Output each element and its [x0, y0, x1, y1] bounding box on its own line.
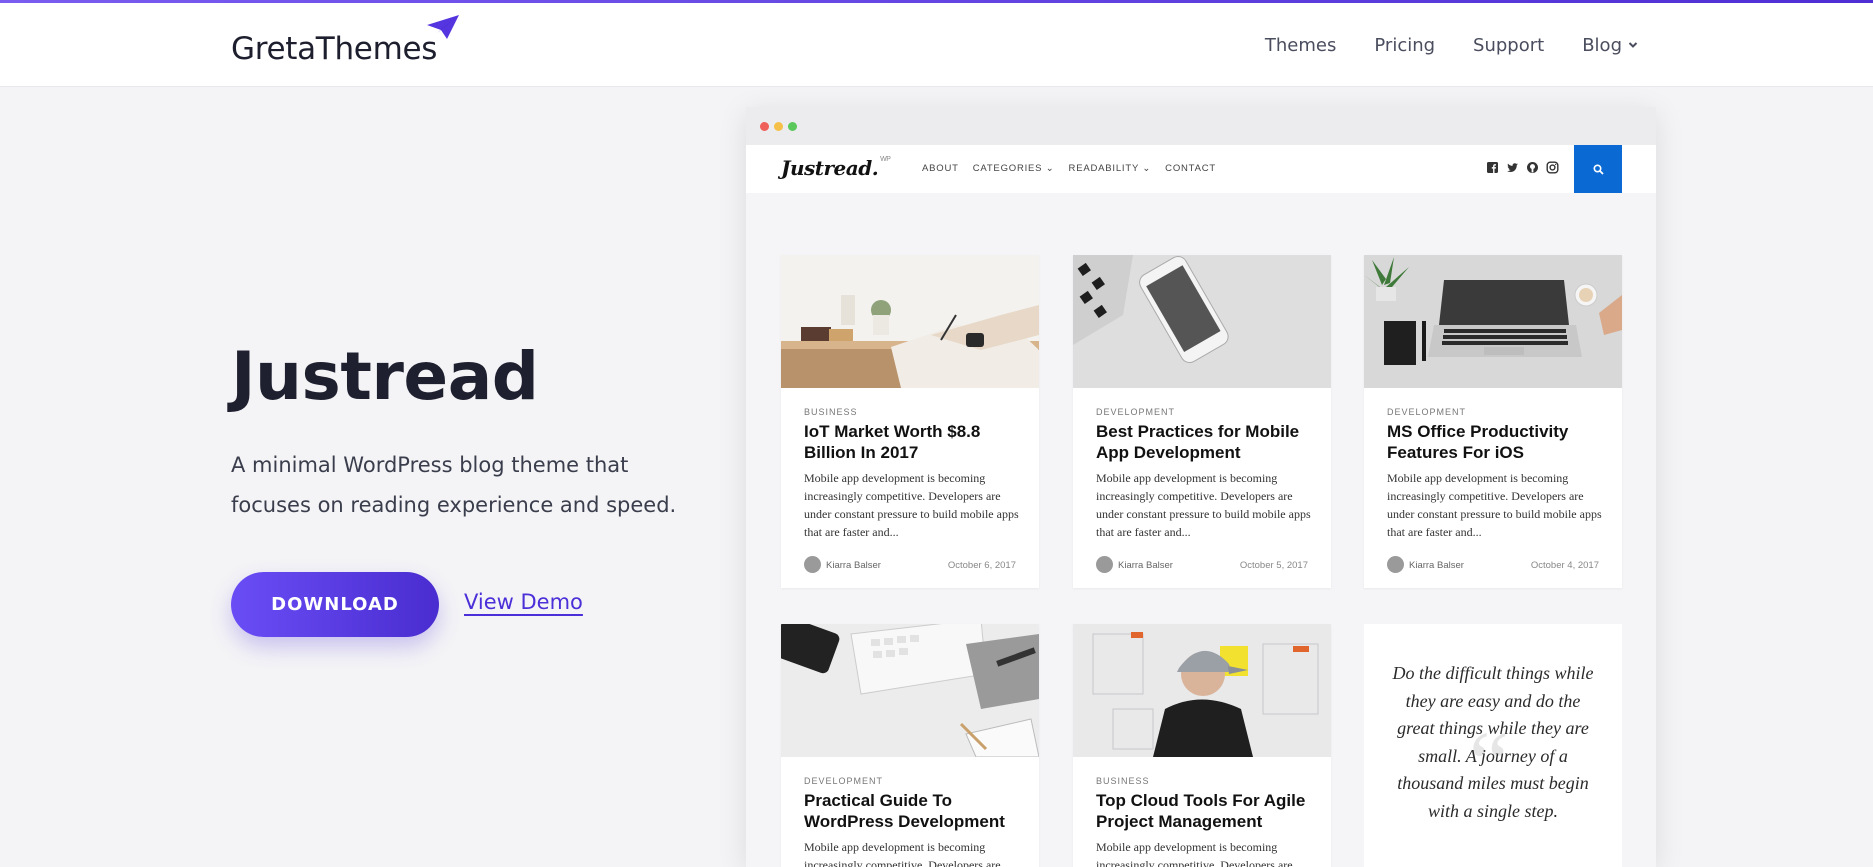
preview-menu-categories-label: CATEGORIES: [972, 163, 1043, 174]
post-meta: Kiarra Balser October 5, 2017: [1096, 556, 1308, 574]
search-icon: [1592, 163, 1604, 175]
post-author: Kiarra Balser: [1118, 560, 1173, 571]
facebook-icon: [1487, 162, 1498, 173]
preview-social-icons: [1486, 161, 1559, 174]
nav-item-support[interactable]: Support: [1473, 35, 1544, 56]
post-thumbnail: [781, 255, 1039, 388]
instagram-icon: [1546, 161, 1559, 174]
view-demo-link[interactable]: View Demo: [464, 590, 583, 614]
post-card: DEVELOPMENT Practical Guide To WordPress…: [781, 624, 1039, 867]
hero-description: A minimal WordPress blog theme that focu…: [231, 453, 677, 517]
main-nav: Themes Pricing Support Blog: [1265, 6, 1638, 84]
post-card: DEVELOPMENT MS Office Productivity Featu…: [1364, 255, 1622, 588]
twitter-icon: [1507, 163, 1518, 172]
avatar: [1096, 556, 1113, 573]
chevron-down-icon: [1628, 42, 1638, 48]
preview-search-button: [1574, 145, 1622, 193]
maximize-dot-icon: [788, 122, 797, 131]
preview-menu-readability: READABILITY ⌄: [1069, 163, 1152, 174]
paper-plane-icon: [427, 15, 459, 39]
preview-logo-suffix: WP: [880, 156, 891, 163]
hero-title: Justread: [231, 338, 539, 415]
chevron-down-icon: ⌄: [1142, 163, 1152, 174]
post-thumbnail: [781, 624, 1039, 757]
post-excerpt: Mobile app development is becoming incre…: [1096, 471, 1311, 539]
preview-menu-readability-label: READABILITY: [1068, 163, 1139, 174]
post-title: Best Practices for Mobile App Developmen…: [1096, 422, 1300, 462]
post-category: DEVELOPMENT: [1096, 407, 1176, 417]
post-thumbnail: [1073, 255, 1331, 388]
theme-preview-mockup: Justread. WP ABOUT CATEGORIES ⌄ READABILI…: [746, 107, 1656, 867]
close-dot-icon: [760, 122, 769, 131]
quote-card: “ Do the difficult things while they are…: [1364, 624, 1622, 867]
post-title: MS Office Productivity Features For iOS: [1387, 422, 1569, 462]
post-excerpt: Mobile app development is becoming incre…: [1387, 471, 1602, 539]
post-thumbnail: [1073, 624, 1331, 757]
preview-menu-contact: CONTACT: [1165, 163, 1216, 174]
post-date: October 5, 2017: [1239, 560, 1308, 571]
post-card: BUSINESS IoT Market Worth $8.8 Billion I…: [781, 255, 1039, 588]
chevron-down-icon: ⌄: [1045, 163, 1055, 174]
post-card: DEVELOPMENT Best Practices for Mobile Ap…: [1073, 255, 1331, 588]
post-category: DEVELOPMENT: [804, 776, 884, 786]
post-title: Practical Guide To WordPress Development: [804, 791, 1005, 831]
preview-navbar: Justread. WP ABOUT CATEGORIES ⌄ READABILI…: [746, 145, 1656, 193]
post-date: October 6, 2017: [947, 560, 1016, 571]
preview-menu-categories: CATEGORIES ⌄: [973, 163, 1055, 174]
post-author: Kiarra Balser: [826, 560, 881, 571]
post-title: IoT Market Worth $8.8 Billion In 2017: [804, 422, 981, 462]
preview-menu-about: ABOUT: [922, 163, 959, 174]
brand-name: GretaThemes: [231, 31, 438, 67]
preview-logo-text: Justread.: [781, 156, 879, 180]
github-icon: [1527, 162, 1538, 173]
avatar: [804, 556, 821, 573]
post-meta: Kiarra Balser October 6, 2017: [804, 556, 1016, 574]
nav-item-blog[interactable]: Blog: [1582, 35, 1638, 56]
post-card: BUSINESS Top Cloud Tools For Agile Proje…: [1073, 624, 1331, 867]
avatar: [1387, 556, 1404, 573]
post-excerpt: Mobile app development is becoming incre…: [804, 471, 1019, 539]
post-author: Kiarra Balser: [1409, 560, 1464, 571]
post-title: Top Cloud Tools For Agile Project Manage…: [1096, 791, 1306, 831]
post-category: BUSINESS: [1096, 776, 1150, 786]
minimize-dot-icon: [774, 122, 783, 131]
post-thumbnail: [1364, 255, 1622, 388]
preview-menu: ABOUT CATEGORIES ⌄ READABILITY ⌄ CONTACT: [922, 163, 1216, 174]
post-excerpt: Mobile app development is becoming incre…: [1096, 840, 1293, 867]
download-button[interactable]: DOWNLOAD: [231, 572, 439, 637]
post-date: October 4, 2017: [1530, 560, 1599, 571]
post-meta: Kiarra Balser October 4, 2017: [1387, 556, 1599, 574]
nav-item-blog-label: Blog: [1582, 34, 1622, 56]
post-category: BUSINESS: [804, 407, 858, 417]
post-category: DEVELOPMENT: [1387, 407, 1467, 417]
post-excerpt: Mobile app development is becoming incre…: [804, 840, 1001, 867]
preview-logo: Justread. WP: [781, 156, 891, 180]
nav-item-themes[interactable]: Themes: [1265, 35, 1336, 56]
nav-item-pricing[interactable]: Pricing: [1374, 35, 1435, 56]
site-header: GretaThemes Themes Pricing Support Blog: [0, 3, 1873, 87]
quote-text: Do the difficult things while they are e…: [1392, 663, 1594, 821]
browser-chrome: [746, 107, 1656, 145]
